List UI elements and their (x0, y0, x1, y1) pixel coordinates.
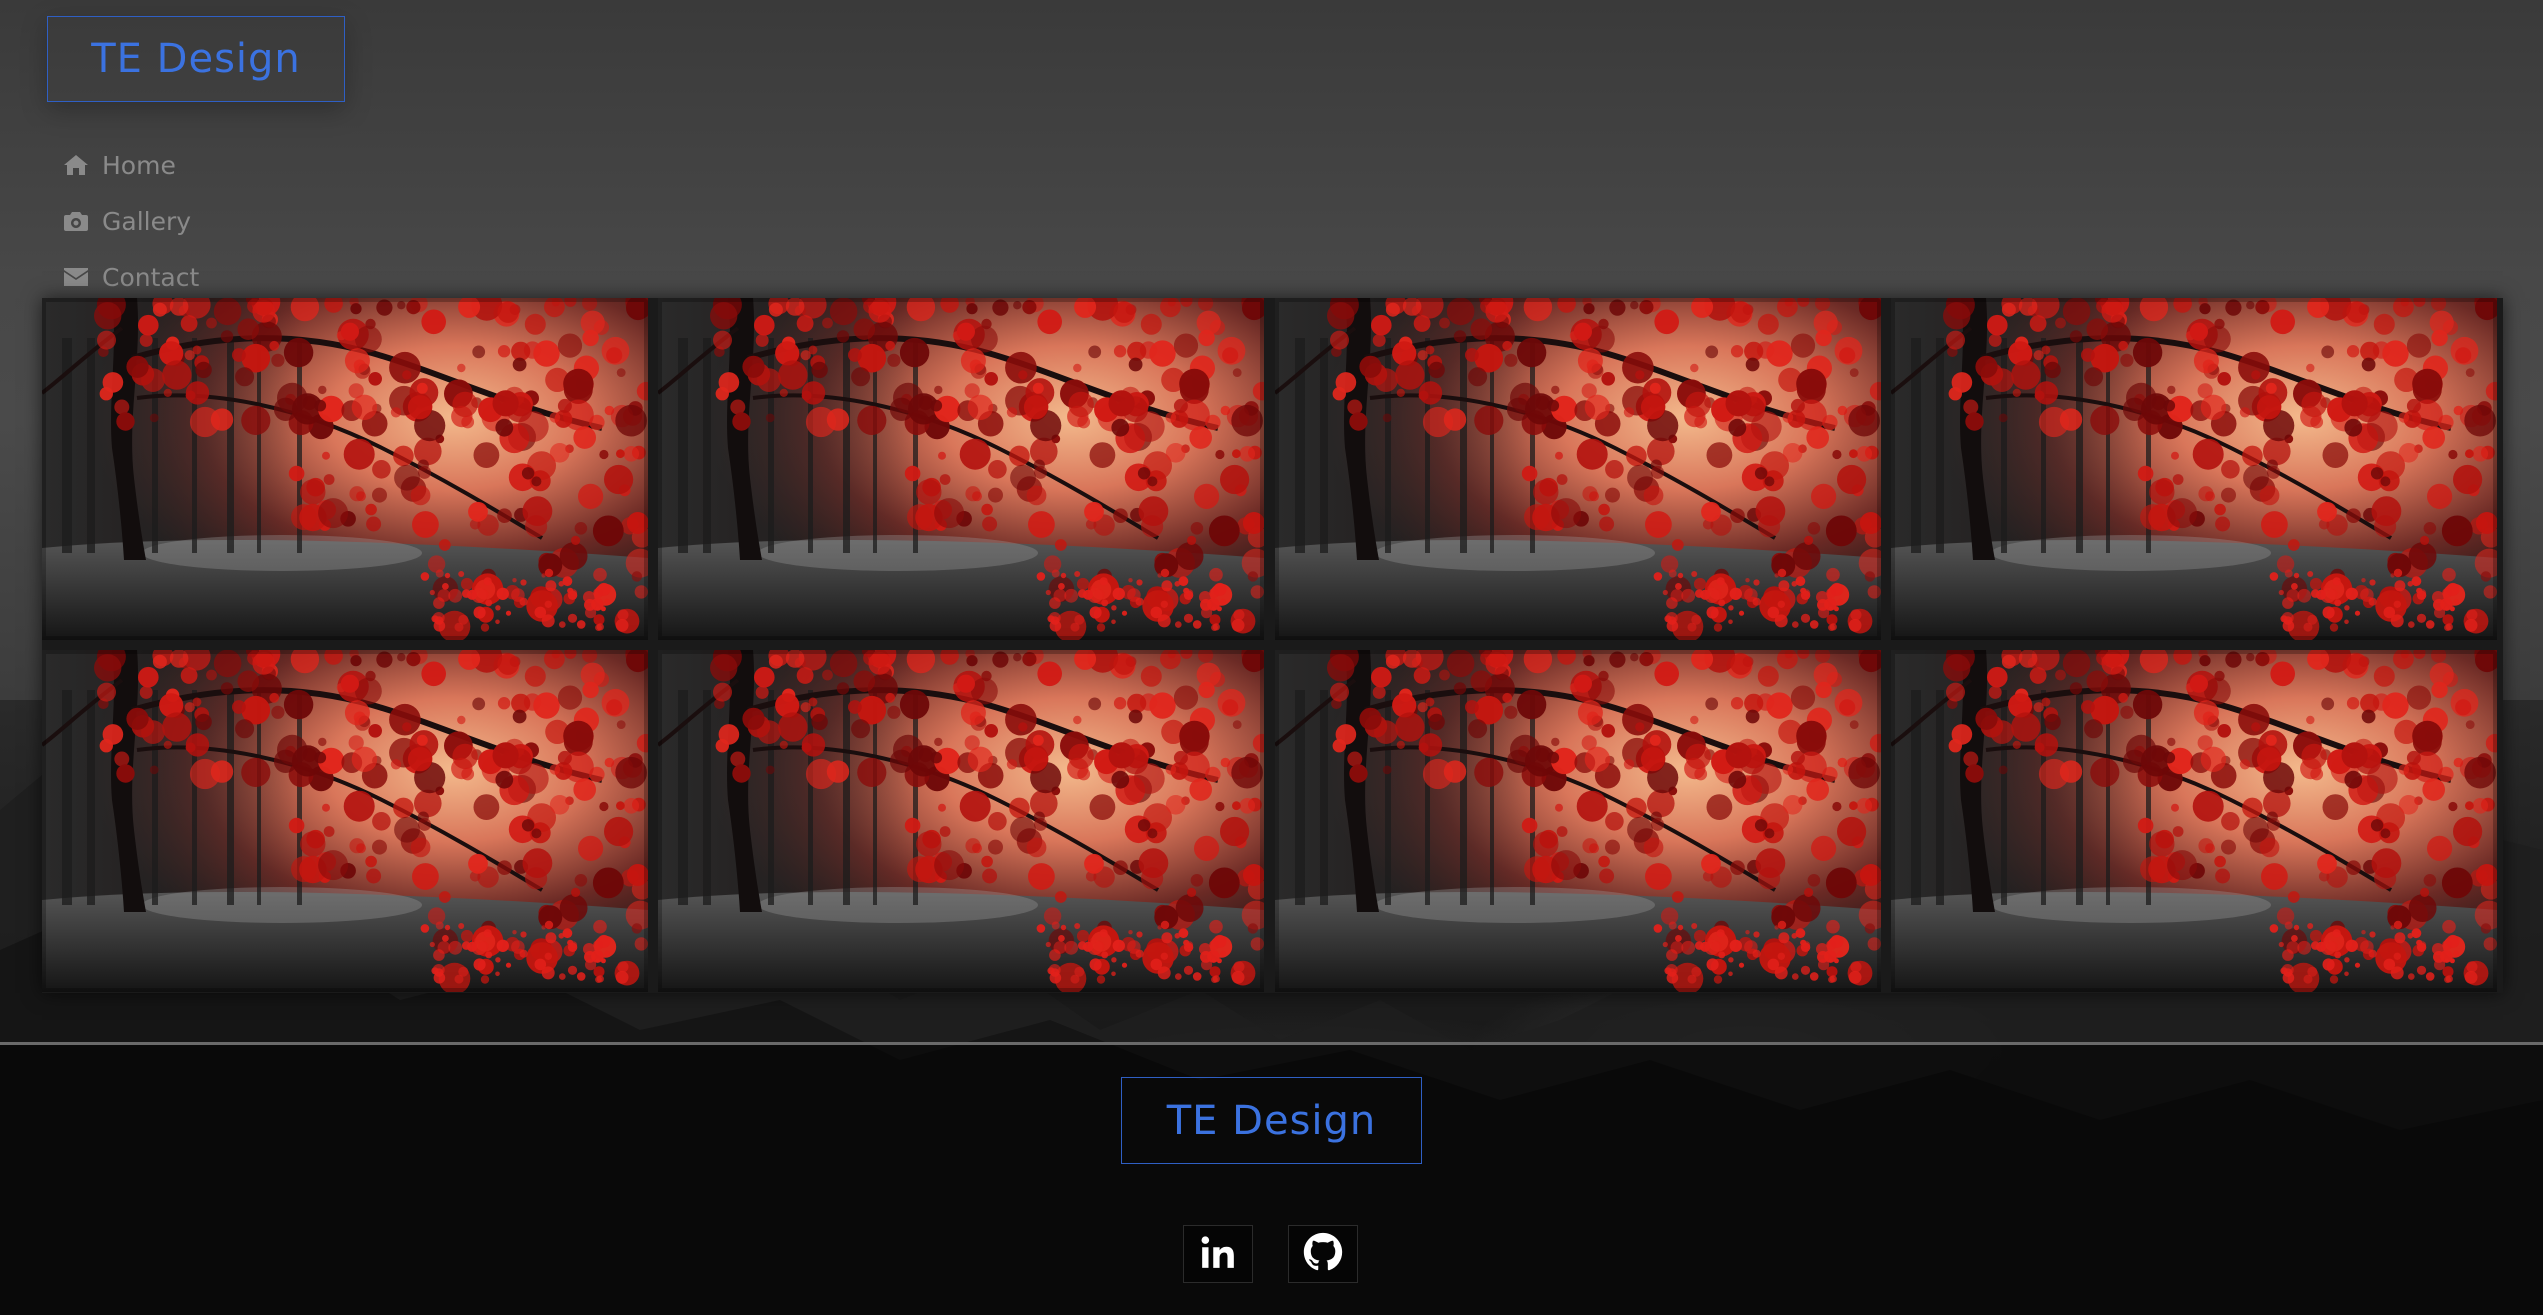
linkedin-icon (1199, 1233, 1237, 1275)
gallery-image[interactable] (1891, 298, 2497, 640)
gallery-image[interactable] (658, 650, 1264, 992)
nav-item-label: Gallery (102, 206, 192, 236)
gallery-image[interactable] (42, 650, 648, 992)
envelope-icon (62, 263, 90, 291)
github-button[interactable] (1288, 1225, 1358, 1283)
home-icon (62, 151, 90, 179)
gallery-image[interactable] (1275, 650, 1881, 992)
gallery-image[interactable] (1275, 298, 1881, 640)
github-icon (1303, 1232, 1343, 1276)
gallery-image[interactable] (1891, 650, 2497, 992)
camera-icon (62, 207, 90, 235)
nav-item-label: Contact (102, 262, 200, 292)
nav-item-home[interactable]: Home (62, 137, 199, 193)
main-nav: Home Gallery Contact (62, 137, 199, 305)
linkedin-button[interactable] (1183, 1225, 1253, 1283)
brand-logo[interactable]: TE Design (47, 16, 345, 102)
image-gallery (42, 298, 2503, 993)
nav-item-gallery[interactable]: Gallery (62, 193, 199, 249)
gallery-image[interactable] (658, 298, 1264, 640)
nav-item-label: Home (102, 150, 176, 180)
nav-item-contact[interactable]: Contact (62, 249, 199, 305)
footer-brand-logo[interactable]: TE Design (1121, 1077, 1422, 1164)
gallery-image[interactable] (42, 298, 648, 640)
